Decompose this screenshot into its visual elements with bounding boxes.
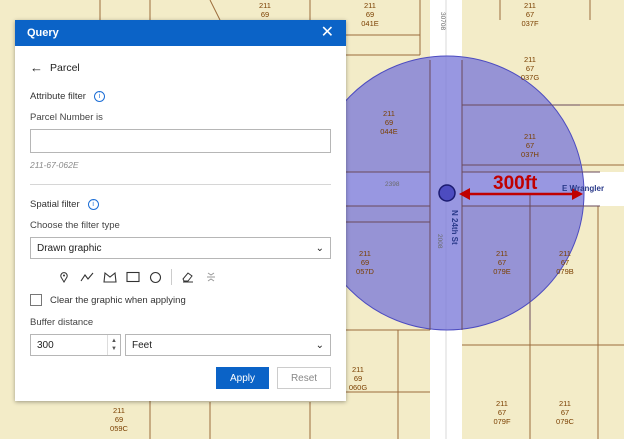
- distance-label: 300ft: [493, 173, 538, 194]
- street-label-horizontal: E Wrangler: [562, 184, 604, 193]
- collapse-icon[interactable]: [199, 268, 222, 286]
- draw-toolbar: [30, 268, 331, 286]
- spatial-filter-heading: Spatial filter: [30, 199, 80, 210]
- checkbox-box[interactable]: [30, 294, 42, 306]
- buffer-distance-label: Buffer distance: [30, 317, 94, 328]
- parcel-number-label: Parcel Number is: [30, 112, 103, 123]
- query-panel: Query ✕ ← Parcel Attribute filter i Parc…: [15, 20, 346, 401]
- chevron-down-icon: ⌄: [315, 339, 324, 351]
- rectangle-icon[interactable]: [121, 268, 144, 286]
- buffer-unit-value: Feet: [132, 339, 153, 351]
- info-icon[interactable]: i: [93, 91, 105, 102]
- close-icon[interactable]: ✕: [321, 25, 334, 41]
- eraser-icon[interactable]: [176, 268, 199, 286]
- filter-type-select[interactable]: Drawn graphic ⌄: [30, 237, 331, 259]
- street-number-top: 30708: [439, 12, 446, 30]
- chevron-down-icon[interactable]: ▼: [111, 345, 117, 353]
- filter-type-label: Choose the filter type: [30, 220, 120, 231]
- polyline-icon[interactable]: [75, 268, 98, 286]
- circle-icon[interactable]: [144, 268, 167, 286]
- buffer-distance-value: 300: [37, 339, 54, 351]
- info-icon[interactable]: i: [87, 199, 99, 210]
- clear-graphic-label: Clear the graphic when applying: [50, 294, 186, 306]
- parcel-number-input[interactable]: [30, 129, 331, 153]
- street-label-vertical: N 24th St: [450, 210, 459, 245]
- chevron-up-icon[interactable]: ▲: [111, 337, 117, 345]
- toolbar-separator: [171, 269, 172, 285]
- back-label: Parcel: [50, 61, 80, 74]
- buffer-unit-select[interactable]: Feet ⌄: [125, 334, 331, 356]
- divider: [30, 184, 331, 185]
- panel-title: Query: [27, 27, 59, 39]
- stepper[interactable]: ▲ ▼: [107, 335, 120, 355]
- buffer-distance-input[interactable]: 300 ▲ ▼: [30, 334, 121, 356]
- panel-header: Query ✕: [15, 20, 346, 46]
- back-button[interactable]: ← Parcel: [30, 60, 331, 75]
- arrow-left-icon: ←: [30, 60, 43, 75]
- clear-graphic-checkbox[interactable]: Clear the graphic when applying: [30, 294, 331, 306]
- chevron-down-icon: ⌄: [315, 242, 324, 254]
- freehand-polygon-icon[interactable]: [98, 268, 121, 286]
- attribute-filter-heading: Attribute filter: [30, 91, 86, 102]
- filter-type-value: Drawn graphic: [37, 242, 102, 254]
- parcel-number-hint: 211-67-062E: [30, 160, 79, 170]
- street-number-mid: 2398: [385, 181, 400, 188]
- apply-button[interactable]: Apply: [216, 367, 269, 389]
- street-number-side: 2008: [436, 234, 443, 249]
- point-icon[interactable]: [52, 268, 75, 286]
- reset-button[interactable]: Reset: [277, 367, 331, 389]
